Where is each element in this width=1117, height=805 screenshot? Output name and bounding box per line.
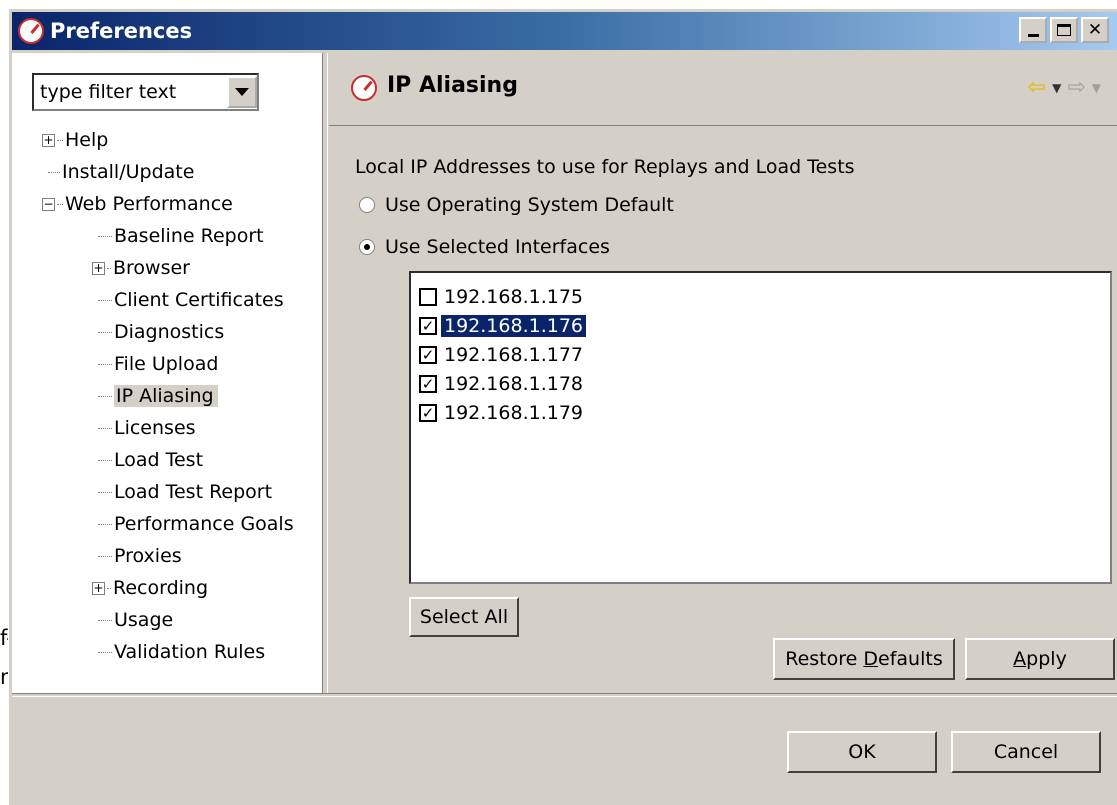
close-button[interactable]: ✕ xyxy=(1081,17,1109,43)
tree-item-label: Performance Goals xyxy=(114,513,294,535)
back-history-dropdown-icon[interactable]: ▼ xyxy=(1052,81,1061,95)
forward-history-dropdown-icon[interactable]: ▼ xyxy=(1092,81,1101,95)
apply-label: Apply xyxy=(1013,648,1067,670)
restore-defaults-button[interactable]: Restore Defaults xyxy=(773,638,955,680)
radio-label: Use Operating System Default xyxy=(385,194,674,216)
interfaces-list[interactable]: 192.168.1.175 ✓ 192.168.1.176 ✓ 192.168.… xyxy=(409,271,1112,584)
checkbox-checked[interactable]: ✓ xyxy=(419,404,437,422)
filter-input[interactable]: type filter text xyxy=(34,81,227,103)
list-item[interactable]: ✓ 192.168.1.176 xyxy=(419,312,588,340)
expand-icon[interactable]: + xyxy=(42,133,55,147)
expand-icon[interactable]: + xyxy=(92,261,105,275)
tree-item-diagnostics[interactable]: Diagnostics xyxy=(98,317,224,347)
list-item-label: 192.168.1.175 xyxy=(444,286,584,308)
radio-button[interactable] xyxy=(359,197,375,213)
tree-item-label: Recording xyxy=(113,577,209,599)
cancel-button[interactable]: Cancel xyxy=(951,731,1101,773)
separator xyxy=(12,693,1117,697)
tree-item-label: Load Test xyxy=(114,449,204,471)
tree-item-label-selected: IP Aliasing xyxy=(114,385,218,407)
tree-item-load-test[interactable]: Load Test xyxy=(98,445,203,475)
checkbox[interactable] xyxy=(419,288,437,306)
list-item[interactable]: 192.168.1.175 xyxy=(419,283,586,311)
history-nav: ⇦ ▼ ⇨ ▼ xyxy=(1028,75,1101,100)
preferences-window: Preferences ✕ type filter text + Help Ins… xyxy=(8,8,1117,805)
title-bar[interactable]: Preferences ✕ xyxy=(12,12,1117,50)
minimize-icon xyxy=(1027,33,1039,37)
close-icon: ✕ xyxy=(1087,19,1103,40)
radio-selected-interfaces[interactable]: Use Selected Interfaces xyxy=(359,236,610,258)
restore-defaults-label: Restore Defaults xyxy=(785,648,943,670)
tree-item-performance-goals[interactable]: Performance Goals xyxy=(98,509,294,539)
select-all-button[interactable]: Select All xyxy=(409,597,519,637)
tree-item-proxies[interactable]: Proxies xyxy=(98,541,182,571)
list-item-label: 192.168.1.179 xyxy=(444,402,584,424)
tree-item-label: Licenses xyxy=(114,417,196,439)
tree-item-client-certificates[interactable]: Client Certificates xyxy=(98,285,284,315)
tree-item-install-update[interactable]: Install/Update xyxy=(48,157,194,187)
list-item-label-selected: 192.168.1.176 xyxy=(439,314,588,338)
tree-item-label: Install/Update xyxy=(62,161,195,183)
forward-arrow-icon[interactable]: ⇨ xyxy=(1067,75,1085,100)
ip-aliasing-page: Local IP Addresses to use for Replays an… xyxy=(329,126,1117,693)
checkbox-checked[interactable]: ✓ xyxy=(419,317,437,335)
tree-item-label: Validation Rules xyxy=(114,641,266,663)
ok-button[interactable]: OK xyxy=(787,731,937,773)
maximize-icon xyxy=(1057,24,1071,36)
filter-combo[interactable]: type filter text xyxy=(32,73,259,111)
tree-item-usage[interactable]: Usage xyxy=(98,605,173,635)
window-controls: ✕ xyxy=(1019,17,1109,43)
tree-item-label: Help xyxy=(65,129,109,151)
list-item[interactable]: ✓ 192.168.1.179 xyxy=(419,399,586,427)
back-arrow-icon[interactable]: ⇦ xyxy=(1028,75,1046,100)
chevron-down-icon xyxy=(235,88,249,96)
preference-tree-pane: type filter text + Help Install/Update − W… xyxy=(12,53,322,693)
tree-item-label: File Upload xyxy=(114,353,219,375)
maximize-button[interactable] xyxy=(1050,17,1078,43)
tree-item-file-upload[interactable]: File Upload xyxy=(98,349,218,379)
radio-button-checked[interactable] xyxy=(359,239,375,255)
page-title: IP Aliasing xyxy=(387,73,518,98)
tree-item-label: Usage xyxy=(114,609,174,631)
apply-button[interactable]: Apply xyxy=(965,638,1115,680)
tree-item-label: Load Test Report xyxy=(114,481,273,503)
tree-item-recording[interactable]: + Recording xyxy=(92,573,208,603)
page-header: IP Aliasing ⇦ ▼ ⇨ ▼ xyxy=(329,53,1117,126)
window-title: Preferences xyxy=(50,19,193,43)
tree-item-label: Proxies xyxy=(114,545,182,567)
app-gauge-icon xyxy=(18,18,44,44)
list-item-label: 192.168.1.178 xyxy=(444,373,584,395)
tree-item-label: Browser xyxy=(113,257,190,279)
tree-item-web-performance[interactable]: − Web Performance xyxy=(42,189,233,219)
minimize-button[interactable] xyxy=(1019,17,1047,43)
tree-item-label: Client Certificates xyxy=(114,289,284,311)
tree-item-help[interactable]: + Help xyxy=(42,125,108,155)
gauge-icon xyxy=(351,75,377,101)
list-item-label: 192.168.1.177 xyxy=(444,344,584,366)
expand-icon[interactable]: + xyxy=(92,581,105,595)
ip-addresses-label: Local IP Addresses to use for Replays an… xyxy=(355,156,855,178)
filter-dropdown-button[interactable] xyxy=(227,76,257,108)
tree-item-licenses[interactable]: Licenses xyxy=(98,413,196,443)
tree-item-ip-aliasing[interactable]: IP Aliasing xyxy=(98,381,218,411)
tree-item-load-test-report[interactable]: Load Test Report xyxy=(98,477,272,507)
list-item[interactable]: ✓ 192.168.1.178 xyxy=(419,370,586,398)
checkbox-checked[interactable]: ✓ xyxy=(419,375,437,393)
collapse-icon[interactable]: − xyxy=(42,197,55,211)
radio-os-default[interactable]: Use Operating System Default xyxy=(359,194,674,216)
tree-item-validation-rules[interactable]: Validation Rules xyxy=(98,637,265,667)
tree-item-label: Web Performance xyxy=(65,193,233,215)
list-item[interactable]: ✓ 192.168.1.177 xyxy=(419,341,586,369)
tree-item-baseline-report[interactable]: Baseline Report xyxy=(98,221,264,251)
tree-item-label: Diagnostics xyxy=(114,321,225,343)
tree-item-label: Baseline Report xyxy=(114,225,264,247)
pane-splitter[interactable] xyxy=(322,53,328,693)
tree-item-browser[interactable]: + Browser xyxy=(92,253,190,283)
radio-label: Use Selected Interfaces xyxy=(385,236,610,258)
checkbox-checked[interactable]: ✓ xyxy=(419,346,437,364)
